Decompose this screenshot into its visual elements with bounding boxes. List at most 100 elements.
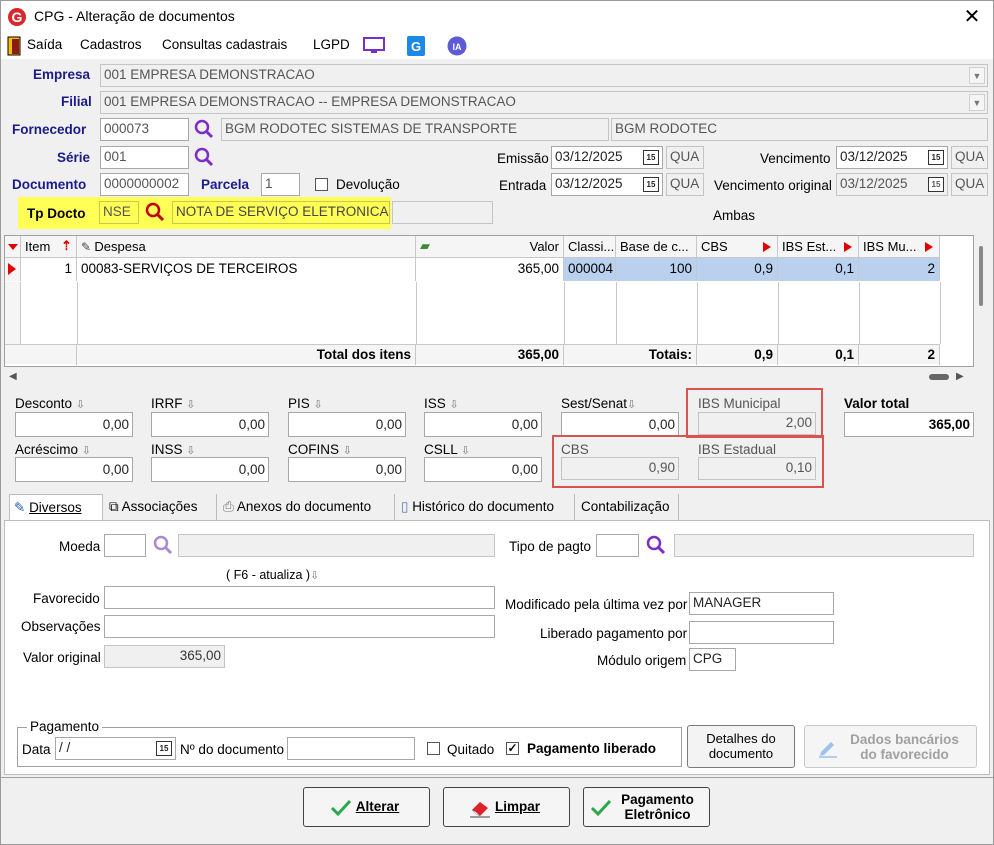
irrf-input[interactable]: 0,00	[151, 412, 269, 437]
scroll-thumb[interactable]	[929, 374, 949, 380]
vertical-scrollbar[interactable]	[979, 246, 983, 306]
filial-select[interactable]: 001 EMPRESA DEMONSTRACAO -- EMPRESA DEMO…	[100, 91, 988, 114]
tipo-pagto-name-field	[674, 534, 974, 557]
vencimento-input[interactable]: 03/12/2025 15	[836, 146, 948, 169]
menu-lgpd[interactable]: LGPD	[313, 37, 350, 52]
tipo-pagto-input[interactable]	[596, 534, 639, 557]
documento-input[interactable]: 0000000002	[100, 173, 189, 196]
col-item-header[interactable]: Item ⇡	[21, 236, 77, 258]
g-app-icon[interactable]: G	[407, 36, 425, 56]
pencil-icon: ✎	[14, 500, 30, 515]
serie-input[interactable]: 001	[100, 146, 189, 169]
ndoc-input[interactable]	[287, 737, 415, 760]
menu-saida[interactable]: Saída	[27, 37, 62, 52]
quitado-checkbox[interactable]	[427, 742, 440, 755]
tab-historico[interactable]: ▯ Histórico do documento	[397, 494, 575, 520]
monitor-icon[interactable]	[363, 37, 385, 55]
horizontal-scrollbar[interactable]: ◀ ▶	[4, 368, 974, 386]
dados-bancarios-button[interactable]: Dados bancários do favorecido	[804, 725, 977, 768]
cell-ibs-est[interactable]: 0,1	[778, 258, 859, 281]
sort-down-icon	[8, 244, 18, 250]
menu-consultas-cadastrais[interactable]: Consultas cadastrais	[162, 37, 287, 52]
current-row-icon	[8, 263, 16, 275]
moeda-search-icon[interactable]	[153, 535, 173, 555]
data-input[interactable]: / / 15	[55, 737, 176, 760]
window-title: CPG - Alteração de documentos	[34, 8, 235, 24]
col-ibs-est-header[interactable]: IBS Est...	[778, 236, 859, 258]
eraser-icon	[470, 802, 490, 818]
csll-input[interactable]: 0,00	[424, 457, 542, 482]
pagamento-eletronico-button[interactable]: Pagamento Eletrônico	[583, 787, 710, 827]
items-grid[interactable]: Item ⇡ ✎ Despesa ▰ Valor Classi... Base de…	[4, 235, 983, 367]
col-despesa-label: Despesa	[94, 239, 146, 254]
tab-anexos[interactable]: ⎙ Anexos do documento	[219, 494, 395, 520]
tpdocto-code-input[interactable]: NSE	[99, 201, 139, 224]
acrescimo-input[interactable]: 0,00	[15, 457, 133, 482]
filial-value: 001 EMPRESA DEMONSTRACAO -- EMPRESA DEMO…	[104, 94, 516, 109]
col-base-header[interactable]: Base de c...	[616, 236, 697, 258]
favorecido-input[interactable]	[104, 586, 495, 609]
svg-text:G: G	[12, 9, 23, 25]
emissao-input[interactable]: 03/12/2025 15	[551, 146, 663, 169]
table-row[interactable]: 1 00083-SERVIÇOS DE TERCEIROS 365,00 000…	[5, 258, 940, 282]
tab-diversos-label: Diversos	[29, 500, 82, 515]
cell-item[interactable]: 1	[21, 258, 77, 281]
sest-input[interactable]: 0,00	[561, 412, 679, 437]
tab-associacoes[interactable]: ⧉ Associações	[105, 494, 217, 520]
svg-text:G: G	[411, 39, 421, 54]
cell-base[interactable]: 100	[616, 258, 697, 281]
menu-cadastros[interactable]: Cadastros	[80, 37, 142, 52]
calendar-icon[interactable]: 15	[156, 741, 172, 756]
cell-despesa[interactable]: 00083-SERVIÇOS DE TERCEIROS	[77, 258, 416, 281]
entrada-input[interactable]: 03/12/2025 15	[551, 173, 663, 196]
close-button[interactable]: ✕	[953, 3, 991, 31]
pis-input[interactable]: 0,00	[288, 412, 406, 437]
iss-input[interactable]: 0,00	[424, 412, 542, 437]
tpdocto-search-icon[interactable]	[145, 202, 165, 222]
total-ibs-est: 0,1	[778, 345, 859, 365]
cell-cbs[interactable]: 0,9	[697, 258, 778, 281]
calendar-icon[interactable]: 15	[643, 177, 659, 192]
valor-original-field: 365,00	[104, 645, 225, 668]
total-valor: 365,00	[416, 345, 564, 365]
empresa-select[interactable]: 001 EMPRESA DEMONSTRACAO ▼	[100, 64, 988, 87]
ia-icon[interactable]: IA	[447, 36, 467, 56]
parcela-input[interactable]: 1	[261, 173, 300, 196]
alterar-button[interactable]: Alterar	[303, 787, 430, 827]
detalhes-documento-button[interactable]: Detalhes do documento	[687, 725, 795, 768]
divider	[859, 282, 860, 344]
calendar-icon[interactable]: 15	[928, 150, 944, 165]
col-ibs-mu-header[interactable]: IBS Mu...	[859, 236, 940, 258]
fornecedor-code-input[interactable]: 000073	[100, 118, 189, 141]
devolucao-checkbox[interactable]	[315, 178, 328, 191]
observacoes-input[interactable]	[104, 615, 495, 638]
tab-contabilizacao[interactable]: Contabilização	[577, 494, 679, 520]
limpar-button[interactable]: Limpar	[443, 787, 570, 827]
cell-valor[interactable]: 365,00	[416, 258, 564, 281]
fornecedor-search-icon[interactable]	[194, 119, 214, 139]
col-valor-header[interactable]: ▰ Valor	[416, 236, 564, 258]
cell-ibs-mu[interactable]: 2	[859, 258, 940, 281]
col-classi-header[interactable]: Classi...	[564, 236, 616, 258]
chevron-down-icon[interactable]: ▼	[969, 94, 985, 111]
divider	[416, 282, 417, 344]
scroll-left-icon[interactable]: ◀	[9, 371, 17, 382]
moeda-input[interactable]	[104, 534, 146, 557]
pagamento-liberado-checkbox[interactable]: ✓	[506, 742, 519, 755]
valor-total-field: 365,00	[844, 412, 974, 437]
col-cbs-header[interactable]: CBS	[697, 236, 778, 258]
chevron-down-icon[interactable]: ▼	[969, 67, 985, 84]
inss-input[interactable]: 0,00	[151, 457, 269, 482]
valor-total-label: Valor total	[844, 396, 910, 411]
cofins-input[interactable]: 0,00	[288, 457, 406, 482]
desconto-input[interactable]: 0,00	[15, 412, 133, 437]
tab-diversos[interactable]: ✎ Diversos	[9, 494, 103, 521]
liberado-label: Liberado pagamento por	[540, 626, 688, 641]
col-despesa-header[interactable]: ✎ Despesa	[77, 236, 416, 258]
serie-search-icon[interactable]	[194, 147, 214, 167]
totals-row: Total dos itens 365,00 Totais: 0,9 0,1 2	[5, 344, 940, 365]
calendar-icon[interactable]: 15	[643, 150, 659, 165]
tipo-pagto-search-icon[interactable]	[646, 535, 666, 555]
scroll-right-icon[interactable]: ▶	[956, 371, 964, 382]
cell-classi[interactable]: 000004	[564, 258, 616, 281]
